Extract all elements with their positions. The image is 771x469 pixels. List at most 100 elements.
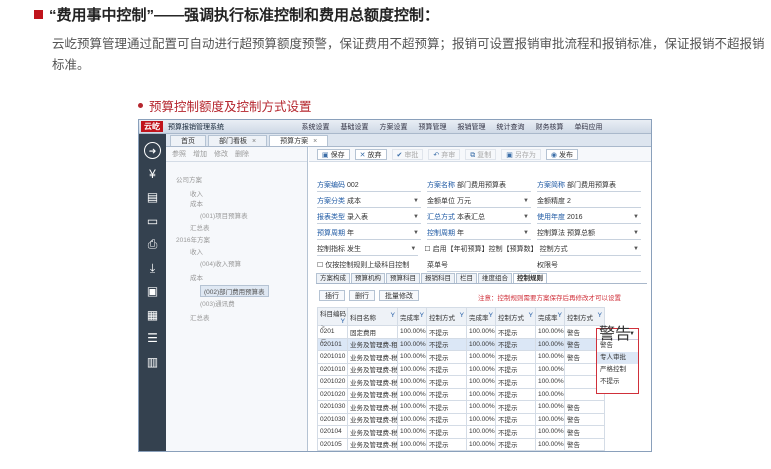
column-header[interactable]: 完成率 Y (466, 307, 496, 326)
table-row[interactable]: 0201020 业务及管理费-税 100.00% 不提示 100.00% 不提示 100.0… (317, 387, 605, 401)
document-icon[interactable]: ▤ (144, 189, 161, 206)
table-row[interactable]: 020104 业务及管理费-税 100.00% 不提示 100.00% 不提示 100.00… (317, 425, 605, 439)
filter-icon[interactable]: Y (420, 312, 424, 319)
tree-item[interactable]: (003)通讯费 (200, 298, 235, 308)
tree-toolbar-button[interactable]: 修改 (214, 149, 228, 159)
menu-item[interactable]: 单码应用 (569, 122, 608, 132)
menu-item[interactable]: 财务核算 (530, 122, 569, 132)
table-row[interactable]: 0201020 业务及管理费-税 100.00% 不提示 100.00% 不提示 100.0… (317, 375, 605, 389)
form-field[interactable]: 控制方式 ▼ (539, 244, 647, 256)
form-field[interactable]: 控制算法 预算总额 ▼ (537, 228, 647, 240)
subtab[interactable]: 预算科目 (386, 273, 420, 283)
field-value[interactable]: 部门费用预算表 (567, 180, 616, 190)
form-field[interactable]: 权限号 (537, 260, 647, 272)
field-value[interactable]: 年 (347, 228, 354, 238)
field-value[interactable]: 2 (567, 198, 571, 205)
column-header[interactable]: 控制方式 Y (495, 307, 536, 326)
field-value[interactable]: 002 (347, 182, 359, 189)
calculator-icon[interactable]: ▥ (144, 354, 161, 371)
form-field[interactable]: 控制指标 发生 ▼ (317, 244, 424, 256)
tree-item[interactable]: (001)项目预算表 (200, 210, 248, 220)
tree-toolbar-button[interactable]: 删除 (235, 149, 249, 159)
tree-item[interactable]: 收入 (190, 246, 203, 256)
filter-icon[interactable]: Y (529, 312, 533, 319)
checkbox-icon[interactable]: ☐ (317, 261, 323, 269)
field-value[interactable]: 2016 (567, 214, 583, 221)
row-expand-marker[interactable]: > (321, 324, 325, 331)
table-row[interactable]: 020105 业务及管理费-税 100.00% 不提示 100.00% 不提示 100.00… (317, 437, 605, 451)
dropdown-option[interactable]: 专人审批 (597, 352, 638, 364)
chevron-down-icon[interactable]: ▼ (413, 214, 419, 220)
download-icon[interactable]: ⤓ (144, 260, 161, 277)
publish-button[interactable]: ◉ 发布 (545, 148, 578, 160)
filter-icon[interactable]: Y (341, 318, 345, 325)
table-row[interactable]: 0201030 业务及管理费-税 100.00% 不提示 100.00% 不提示 100.0… (317, 412, 605, 426)
card-icon[interactable]: ▭ (144, 213, 161, 230)
chevron-down-icon[interactable]: ▼ (629, 329, 635, 340)
form-field[interactable]: 方案名称 部门费用预算表 (427, 180, 537, 192)
subtab[interactable]: 栏目 (456, 273, 477, 283)
column-header[interactable]: 完成率 Y (535, 307, 565, 326)
tab-1[interactable]: 部门看板 × (208, 135, 268, 146)
field-value[interactable]: 万元 (457, 196, 471, 206)
tree-item[interactable]: 收入 (190, 188, 203, 198)
column-header[interactable]: 控制方式 Y (426, 307, 467, 326)
form-field[interactable]: 方案简称 部门费用预算表 (537, 180, 647, 192)
dropdown-option[interactable]: 严格控制 (597, 364, 638, 376)
form-field[interactable]: 金额单位 万元 ▼ (427, 196, 537, 208)
subtab[interactable]: 报销科目 (421, 273, 455, 283)
menu-item[interactable]: 基础设置 (335, 122, 374, 132)
subtab[interactable]: 预算机构 (351, 273, 385, 283)
tree-item[interactable]: 公司方案 (176, 174, 202, 184)
table-row[interactable]: 0201030 业务及管理费-税 100.00% 不提示 100.00% 不提示 100.0… (317, 400, 605, 414)
tree-item[interactable]: 成本 (190, 198, 203, 208)
printer-icon[interactable]: ⎙ (144, 236, 161, 253)
briefcase-icon[interactable]: ▣ (144, 283, 161, 300)
field-value[interactable]: 发生 (347, 244, 361, 254)
chevron-down-icon[interactable]: ▼ (523, 214, 529, 220)
menu-item[interactable]: 统计查询 (491, 122, 530, 132)
grid-toolbar-button[interactable]: 删行 (349, 290, 375, 301)
column-header[interactable]: 控制方式 Y (564, 307, 605, 326)
tab-0[interactable]: 首页 (170, 135, 206, 146)
form-field[interactable]: 汇总方式 本表汇总 ▼ (427, 212, 537, 224)
field-value[interactable]: 预算总额 (567, 228, 595, 238)
subtab[interactable]: 方案构成 (316, 273, 350, 283)
form-field[interactable]: 控制周期年 ▼ (427, 228, 537, 240)
copy-button[interactable]: ⧉ 复制 (465, 148, 497, 160)
tab-2[interactable]: 预算方案 × (269, 135, 329, 146)
menu-item[interactable]: 预算管理 (413, 122, 452, 132)
calendar-icon[interactable]: ▦ (144, 307, 161, 324)
control-mode-dropdown[interactable]: 警告 ▼ 警告 专人审批 严格控制 不提示 (596, 327, 639, 394)
subtab[interactable]: 控制规则 (513, 273, 547, 283)
chevron-down-icon[interactable]: ▼ (633, 214, 639, 220)
form-field[interactable]: 方案分类 成本 ▼ (317, 196, 427, 208)
tree-toolbar-button[interactable]: 增加 (193, 149, 207, 159)
grid-toolbar-button[interactable]: 插行 (319, 290, 345, 301)
check-button[interactable]: ✔ 审批 (391, 148, 424, 160)
table-row[interactable]: 0201 固定费用 100.00% 不提示 100.00% 不提示 100.00% 警告 (317, 325, 605, 339)
close-icon[interactable]: × (313, 138, 317, 145)
filter-icon[interactable]: Y (460, 312, 464, 319)
undo-button[interactable]: ↶ 弃审 (428, 148, 461, 160)
chevron-down-icon[interactable]: ▼ (413, 198, 419, 204)
menu-item[interactable]: 系统设置 (296, 122, 335, 132)
chevron-down-icon[interactable]: ▼ (633, 246, 639, 252)
tree-item[interactable]: 成本 (190, 272, 203, 282)
chevron-down-icon[interactable]: ▼ (633, 230, 639, 236)
filter-icon[interactable]: Y (489, 312, 493, 319)
tree-item[interactable]: 2016年方案 (176, 234, 210, 244)
list-icon[interactable]: ☰ (144, 330, 161, 347)
chevron-down-icon[interactable]: ▼ (410, 246, 416, 252)
tree-item[interactable]: 汇总表 (190, 222, 210, 232)
tree-item[interactable]: 汇总表 (190, 312, 210, 322)
filter-icon[interactable]: Y (598, 312, 602, 319)
column-header[interactable]: 科目编码 Y (317, 307, 348, 326)
grid-toolbar-button[interactable]: 批量修改 (379, 290, 419, 301)
field-value[interactable]: 录入表 (347, 212, 368, 222)
column-header[interactable]: 完成率 Y (397, 307, 427, 326)
close-icon[interactable]: × (252, 138, 256, 145)
table-row[interactable]: 0201010 业务及管理费-税 100.00% 不提示 100.00% 不提示 100.0… (317, 350, 605, 364)
form-field[interactable]: ☐ 仅按控制规则上级科目控制 (317, 260, 427, 270)
filter-icon[interactable]: Y (558, 312, 562, 319)
